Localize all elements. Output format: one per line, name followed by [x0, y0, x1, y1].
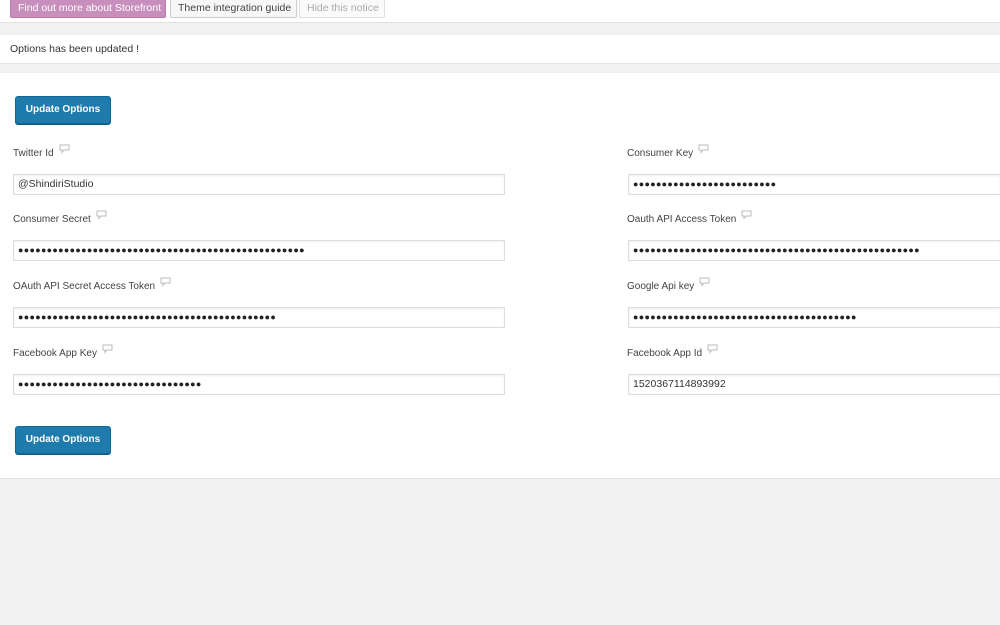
twitter-id-label-text: Twitter Id — [13, 148, 54, 159]
update-options-button-bottom[interactable]: Update Options — [15, 426, 111, 454]
google-api-key-label: Google Api key — [627, 277, 710, 292]
oauth-secret-token-input[interactable]: ●●●●●●●●●●●●●●●●●●●●●●●●●●●●●●●●●●●●●●●●… — [13, 307, 505, 328]
speech-bubble-icon[interactable] — [707, 344, 718, 357]
facebook-app-key-input[interactable]: ●●●●●●●●●●●●●●●●●●●●●●●●●●●●●●●● — [13, 374, 505, 395]
consumer-key-label-text: Consumer Key — [627, 148, 694, 159]
facebook-app-id-input[interactable]: 1520367114893992 — [628, 374, 1000, 395]
speech-bubble-icon[interactable] — [96, 210, 107, 223]
facebook-app-id-label: Facebook App Id — [627, 344, 718, 359]
consumer-key-input[interactable]: ●●●●●●●●●●●●●●●●●●●●●●●●● — [628, 174, 1000, 195]
twitter-id-label: Twitter Id — [13, 144, 70, 159]
options-updated-notice: Options has been updated ! — [0, 35, 1000, 64]
update-options-button-top[interactable]: Update Options — [15, 96, 111, 124]
find-out-more-button[interactable]: Find out more about Storefront — [10, 0, 166, 18]
oauth-secret-token-label: OAuth API Secret Access Token — [13, 277, 171, 292]
facebook-app-key-label: Facebook App Key — [13, 344, 113, 359]
facebook-app-id-label-text: Facebook App Id — [627, 348, 703, 359]
oauth-secret-token-label-text: OAuth API Secret Access Token — [13, 281, 156, 292]
storefront-notice-bar: Find out more about Storefront Theme int… — [0, 0, 1000, 23]
oauth-access-token-label: Oauth API Access Token — [627, 210, 752, 225]
hide-notice-button[interactable]: Hide this notice — [299, 0, 385, 18]
google-api-key-label-text: Google Api key — [627, 281, 695, 292]
consumer-key-label: Consumer Key — [627, 144, 709, 159]
consumer-secret-label: Consumer Secret — [13, 210, 107, 225]
speech-bubble-icon[interactable] — [59, 144, 70, 157]
twitter-id-input[interactable]: @ShindiriStudio — [13, 174, 505, 195]
speech-bubble-icon[interactable] — [102, 344, 113, 357]
oauth-access-token-label-text: Oauth API Access Token — [627, 214, 737, 225]
speech-bubble-icon[interactable] — [698, 144, 709, 157]
consumer-secret-label-text: Consumer Secret — [13, 214, 91, 225]
consumer-secret-input[interactable]: ●●●●●●●●●●●●●●●●●●●●●●●●●●●●●●●●●●●●●●●●… — [13, 240, 505, 261]
theme-integration-guide-button[interactable]: Theme integration guide — [170, 0, 297, 18]
speech-bubble-icon[interactable] — [741, 210, 752, 223]
speech-bubble-icon[interactable] — [699, 277, 710, 290]
google-api-key-input[interactable]: ●●●●●●●●●●●●●●●●●●●●●●●●●●●●●●●●●●●●●●● — [628, 307, 1000, 328]
options-panel: Update Options Twitter Id @ShindiriStudi… — [0, 73, 1000, 479]
oauth-access-token-input[interactable]: ●●●●●●●●●●●●●●●●●●●●●●●●●●●●●●●●●●●●●●●●… — [628, 240, 1000, 261]
options-updated-message: Options has been updated ! — [10, 43, 140, 55]
speech-bubble-icon[interactable] — [160, 277, 171, 290]
facebook-app-key-label-text: Facebook App Key — [13, 348, 97, 359]
